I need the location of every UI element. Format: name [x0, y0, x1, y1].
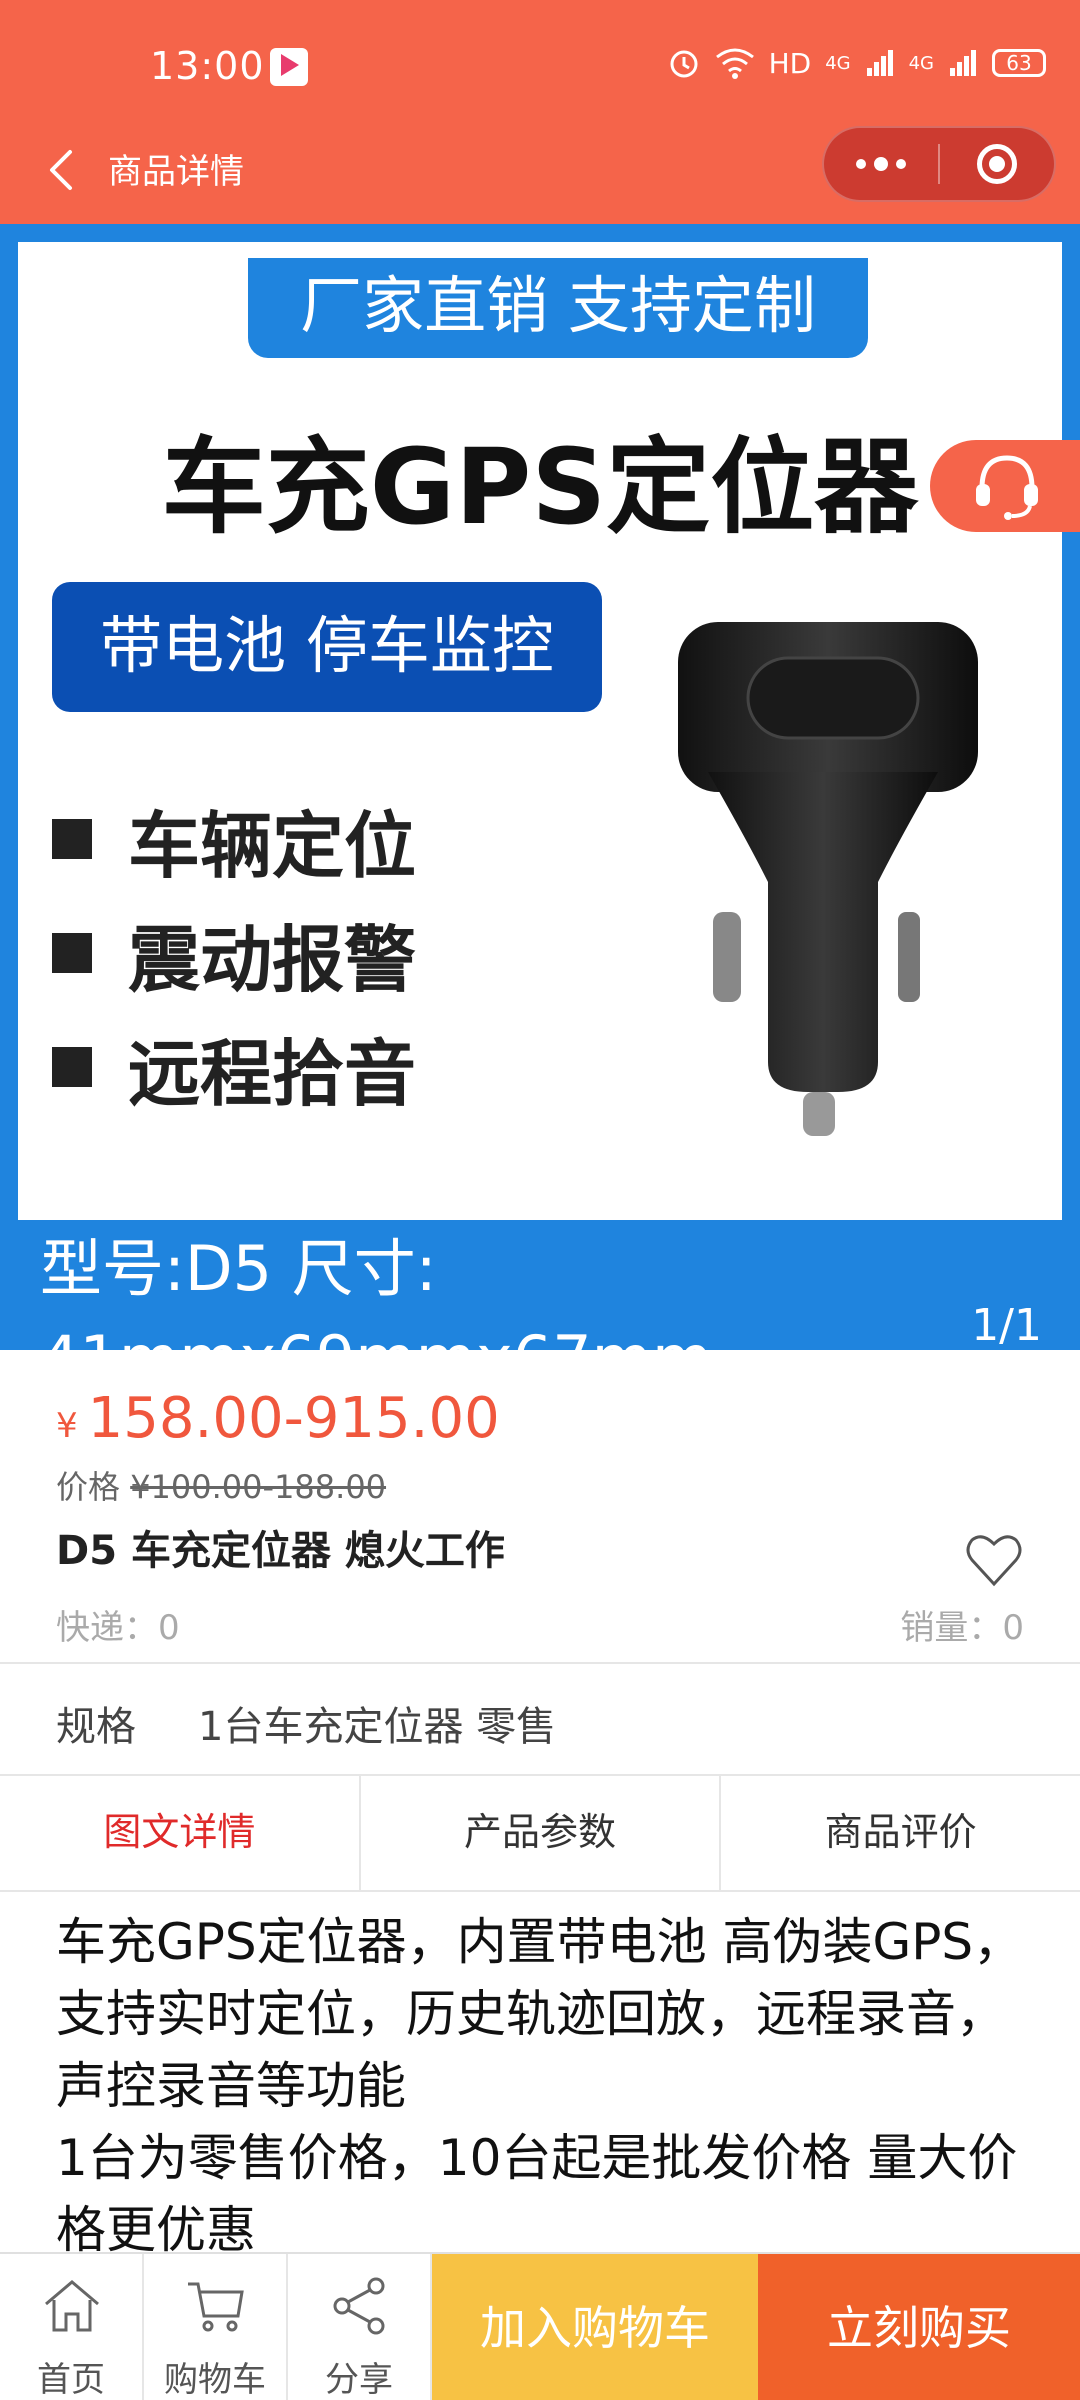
app-notification-icon	[270, 48, 308, 86]
spec-selector[interactable]: 规格 1台车充定位器 零售	[0, 1664, 1080, 1776]
status-time: 13:00	[150, 44, 265, 88]
close-miniapp-button[interactable]	[940, 144, 1054, 184]
favorite-heart-icon[interactable]	[964, 1530, 1024, 1590]
network-4g-1: 4G	[825, 52, 851, 74]
tab-params[interactable]: 产品参数	[361, 1776, 722, 1890]
battery-tag: 带电池 停车监控	[52, 582, 602, 712]
bottom-action-bar: 首页 购物车 分享 加入购物车 立刻购买	[0, 2252, 1080, 2400]
network-4g-2: 4G	[908, 52, 934, 74]
current-price: ¥158.00-915.00	[56, 1386, 500, 1451]
product-name: D5 车充定位器 熄火工作	[56, 1528, 505, 1574]
tab-reviews[interactable]: 商品评价	[721, 1776, 1080, 1890]
signal-icon	[866, 50, 893, 76]
feature-list: 车辆定位 震动报警 远程拾音	[52, 782, 416, 1124]
tab-detail[interactable]: 图文详情	[0, 1776, 361, 1890]
status-icons: HD 4G 4G 63	[667, 46, 1046, 80]
hd-label: HD	[768, 46, 812, 80]
more-menu-button[interactable]	[824, 157, 938, 171]
miniapp-capsule	[822, 126, 1056, 202]
home-icon	[45, 2280, 99, 2332]
factory-direct-tag: 厂家直销 支持定制	[248, 258, 868, 358]
product-image-carousel[interactable]: 厂家直销 支持定制 车充GPS定位器 带电池 停车监控 车辆定位 震动报警 远程…	[0, 224, 1080, 1395]
cart-icon	[188, 2282, 244, 2332]
headset-icon	[976, 455, 1038, 520]
cart-button[interactable]: 购物车	[144, 2254, 288, 2400]
car-charger-device-image	[678, 622, 978, 1136]
share-button[interactable]: 分享	[288, 2254, 432, 2400]
share-icon	[333, 2277, 385, 2335]
alarm-icon	[670, 50, 698, 78]
shipping-fee: 快递：0	[56, 1608, 180, 1648]
product-image: 厂家直销 支持定制 车充GPS定位器 带电池 停车监控 车辆定位 震动报警 远程…	[18, 242, 1062, 1220]
back-arrow-icon[interactable]	[38, 144, 90, 196]
add-to-cart-button[interactable]: 加入购物车	[432, 2254, 758, 2400]
original-price: 价格 ¥100.00-188.00	[56, 1468, 387, 1506]
home-button[interactable]: 首页	[0, 2254, 144, 2400]
price-section: ¥158.00-915.00 价格 ¥100.00-188.00 D5 车充定位…	[0, 1350, 1080, 1664]
sales-count: 销量：0	[900, 1608, 1024, 1648]
feature-item: 震动报警	[52, 896, 416, 1010]
signal-icon-2	[950, 50, 976, 76]
status-bar: 13:00 HD 4G 4G 63	[0, 0, 1080, 120]
target-icon	[976, 144, 1017, 184]
image-pager: 1/1	[971, 1300, 1042, 1351]
customer-service-button[interactable]	[930, 440, 1080, 532]
spec-label: 规格	[56, 1704, 136, 1750]
nav-bar: 商品详情	[0, 120, 1080, 224]
battery-icon: 63	[992, 49, 1046, 77]
feature-item: 车辆定位	[52, 782, 416, 896]
detail-tabs: 图文详情 产品参数 商品评价	[0, 1776, 1080, 1892]
banner-headline: 车充GPS定位器	[161, 426, 919, 548]
wifi-icon	[715, 48, 754, 79]
description-line: 车充GPS定位器，内置带电池 高伪装GPS，支持实时定位，历史轨迹回放，远程录音…	[56, 1913, 1024, 2115]
description-line: 1台为零售价格，10台起是批发价格 量大价格更优惠	[56, 2129, 1018, 2259]
spec-value: 1台车充定位器 零售	[198, 1704, 557, 1750]
feature-item: 远程拾音	[52, 1010, 416, 1124]
product-description: 车充GPS定位器，内置带电池 高伪装GPS，支持实时定位，历史轨迹回放，远程录音…	[56, 1906, 1036, 2266]
buy-now-button[interactable]: 立刻购买	[758, 2254, 1080, 2400]
spec-band: 型号:D5 尺寸: 41mmx69mmx67mm	[40, 1232, 712, 1395]
page-title: 商品详情	[108, 152, 244, 192]
